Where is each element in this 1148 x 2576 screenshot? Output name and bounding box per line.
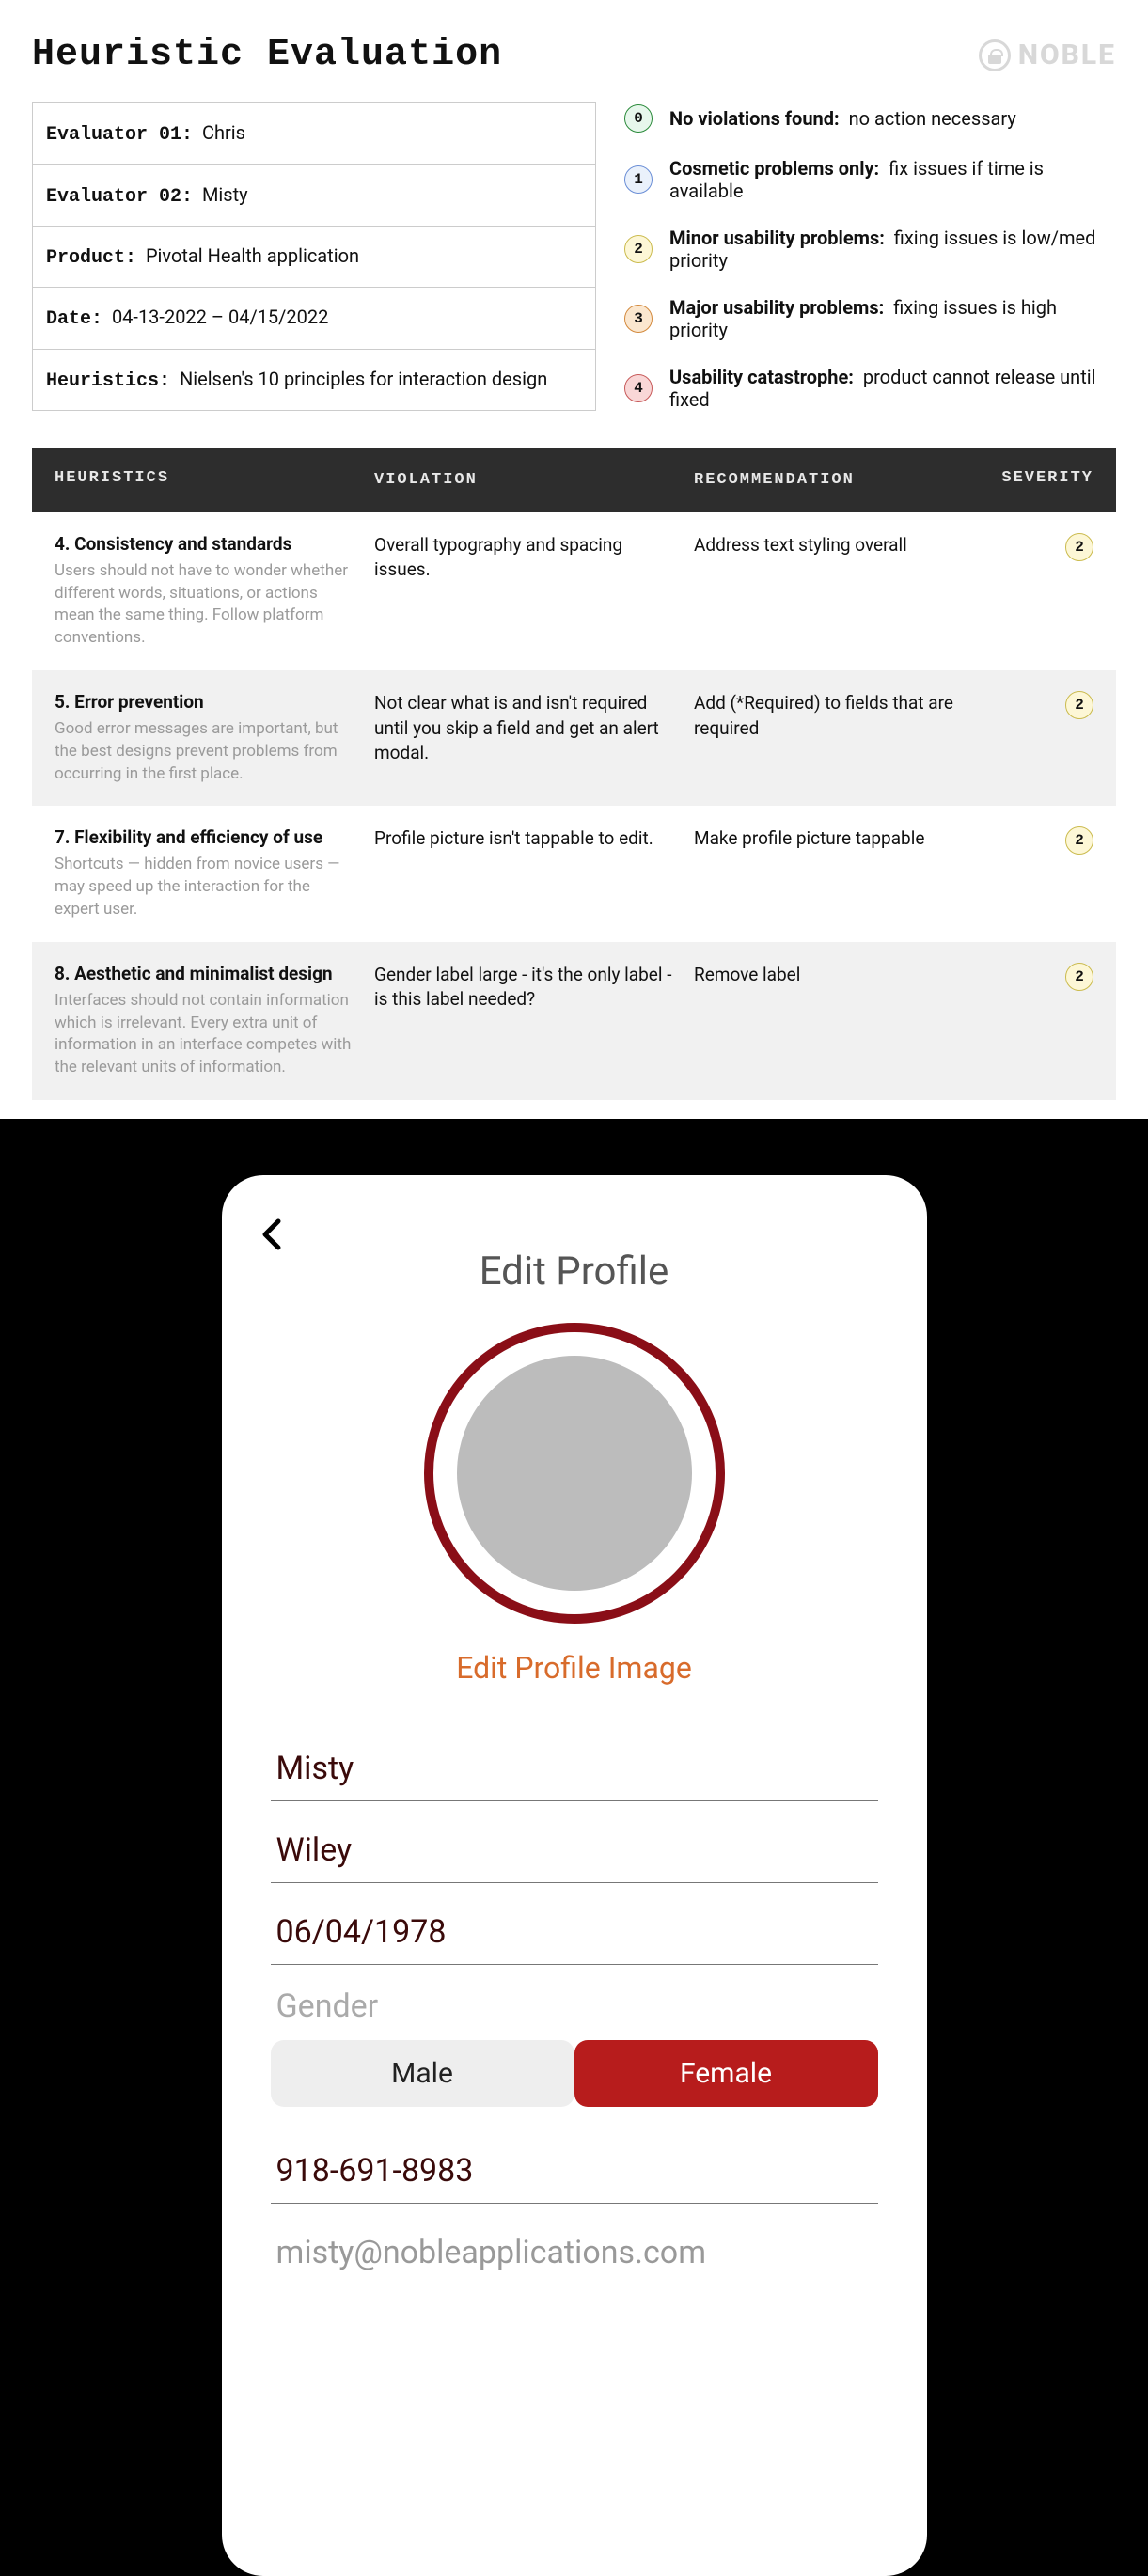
gender-male-button[interactable]: Male bbox=[271, 2040, 574, 2107]
severity-badge-0: 0 bbox=[624, 104, 653, 133]
screen-title: Edit Profile bbox=[271, 1249, 878, 1295]
severity-legend: 0 No violations found: no action necessa… bbox=[624, 102, 1116, 411]
gender-female-button[interactable]: Female bbox=[574, 2040, 878, 2107]
row-heuristic-desc: Interfaces should not contain informatio… bbox=[55, 990, 374, 1079]
row-heuristic-desc: Shortcuts — hidden from novice users — m… bbox=[55, 854, 374, 920]
row-recommendation: Remove label bbox=[694, 963, 990, 988]
col-header-violation: VIOLATION bbox=[374, 469, 694, 492]
row-severity-badge: 2 bbox=[1065, 826, 1093, 855]
first-name-field[interactable] bbox=[271, 1733, 878, 1801]
table-row: 7. Flexibility and efficiency of use Sho… bbox=[32, 806, 1116, 941]
table-row: 5. Error prevention Good error messages … bbox=[32, 670, 1116, 806]
brand-logo: NOBLE bbox=[979, 39, 1116, 71]
gender-label: Gender bbox=[271, 1978, 878, 2031]
severity-badge-1: 1 bbox=[624, 165, 653, 194]
legend-row-1: 1 Cosmetic problems only: fix issues if … bbox=[624, 157, 1116, 202]
row-heuristic-desc: Users should not have to wonder whether … bbox=[55, 560, 374, 650]
legend-title-1: Cosmetic problems only: bbox=[669, 157, 879, 180]
row-severity-badge: 2 bbox=[1065, 963, 1093, 991]
product-value: Pivotal Health application bbox=[146, 244, 359, 267]
row-heuristic-desc: Good error messages are important, but t… bbox=[55, 718, 374, 785]
heuristics-label: Heuristics: bbox=[46, 370, 170, 392]
row-recommendation: Address text styling overall bbox=[694, 533, 990, 558]
col-header-heuristics: HEURISTICS bbox=[55, 469, 374, 492]
row-violation: Overall typography and spacing issues. bbox=[374, 533, 694, 583]
edit-profile-image-link[interactable]: Edit Profile Image bbox=[271, 1650, 878, 1686]
severity-badge-2: 2 bbox=[624, 235, 653, 263]
row-recommendation: Add (*Required) to fields that are requi… bbox=[694, 691, 990, 741]
legend-row-2: 2 Minor usability problems: fixing issue… bbox=[624, 227, 1116, 272]
row-severity-badge: 2 bbox=[1065, 691, 1093, 719]
legend-title-0: No violations found: bbox=[669, 107, 840, 130]
date-label: Date: bbox=[46, 308, 102, 330]
row-heuristic-title: 8. Aesthetic and minimalist design bbox=[55, 963, 374, 984]
last-name-field[interactable] bbox=[271, 1814, 878, 1883]
row-violation: Not clear what is and isn't required unt… bbox=[374, 691, 694, 766]
legend-row-3: 3 Major usability problems: fixing issue… bbox=[624, 296, 1116, 341]
col-header-recommendation: RECOMMENDATION bbox=[694, 469, 990, 492]
table-row: 4. Consistency and standards Users shoul… bbox=[32, 512, 1116, 670]
row-recommendation: Make profile picture tappable bbox=[694, 826, 990, 852]
legend-title-3: Major usability problems: bbox=[669, 296, 884, 319]
severity-badge-4: 4 bbox=[624, 374, 653, 402]
row-violation: Profile picture isn't tappable to edit. bbox=[374, 826, 694, 852]
row-violation: Gender label large - it's the only label… bbox=[374, 963, 694, 1013]
legend-title-2: Minor usability problems: bbox=[669, 227, 885, 249]
heuristics-value: Nielsen's 10 principles for interaction … bbox=[180, 368, 547, 390]
severity-badge-3: 3 bbox=[624, 305, 653, 333]
legend-title-4: Usability catastrophe: bbox=[669, 366, 854, 388]
legend-desc-0: no action necessary bbox=[849, 107, 1016, 130]
brand-name: NOBLE bbox=[1018, 39, 1116, 71]
legend-row-0: 0 No violations found: no action necessa… bbox=[624, 104, 1116, 133]
table-row: 8. Aesthetic and minimalist design Inter… bbox=[32, 942, 1116, 1100]
phone-field[interactable] bbox=[271, 2135, 878, 2204]
evaluator1-value: Chris bbox=[202, 121, 245, 144]
findings-table: HEURISTICS VIOLATION RECOMMENDATION SEVE… bbox=[32, 448, 1116, 1100]
noble-logo-icon bbox=[979, 39, 1011, 71]
back-icon[interactable] bbox=[259, 1213, 286, 1262]
evaluator2-value: Misty bbox=[202, 183, 248, 206]
col-header-severity: SEVERITY bbox=[990, 469, 1093, 492]
avatar-placeholder bbox=[457, 1356, 692, 1591]
legend-row-4: 4 Usability catastrophe: product cannot … bbox=[624, 366, 1116, 411]
meta-table: Evaluator 01: Chris Evaluator 02: Misty … bbox=[32, 102, 596, 411]
row-heuristic-title: 4. Consistency and standards bbox=[55, 533, 374, 555]
dob-field[interactable] bbox=[271, 1896, 878, 1965]
product-label: Product: bbox=[46, 247, 136, 269]
evaluator1-label: Evaluator 01: bbox=[46, 124, 193, 146]
row-heuristic-title: 5. Error prevention bbox=[55, 691, 374, 713]
page-title: Heuristic Evaluation bbox=[32, 34, 502, 76]
phone-mockup: Edit Profile Edit Profile Image Gender M… bbox=[222, 1175, 927, 2576]
evaluator2-label: Evaluator 02: bbox=[46, 186, 193, 208]
date-value: 04-13-2022 – 04/15/2022 bbox=[112, 306, 328, 328]
screenshot-stage: Edit Profile Edit Profile Image Gender M… bbox=[0, 1119, 1148, 2576]
row-severity-badge: 2 bbox=[1065, 533, 1093, 561]
email-field[interactable] bbox=[271, 2217, 878, 2285]
row-heuristic-title: 7. Flexibility and efficiency of use bbox=[55, 826, 374, 848]
avatar-ring[interactable] bbox=[424, 1323, 725, 1624]
gender-segmented-control: Male Female bbox=[271, 2040, 878, 2107]
